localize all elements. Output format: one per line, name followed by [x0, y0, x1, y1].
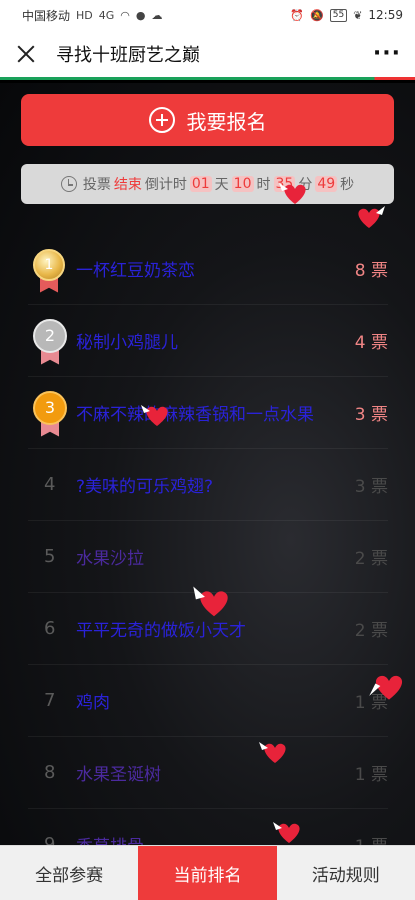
signup-button[interactable]: 我要报名	[21, 94, 394, 146]
leaf-icon: ❦	[353, 8, 363, 22]
winged-heart-icon	[358, 206, 385, 228]
gold-medal-icon: 1	[28, 245, 76, 293]
vote-count: 3 票	[354, 405, 388, 425]
entry-name[interactable]: ?美味的可乐鸡翅?	[76, 472, 355, 497]
bottom-tab-bar: 全部参赛 当前排名 活动规则	[0, 845, 415, 900]
countdown-days-unit: 天	[214, 177, 229, 193]
vote-count: 1 票	[354, 765, 388, 785]
ranking-row[interactable]: 6 平平无奇的做饭小天才 2 票	[28, 593, 388, 665]
vote-count: 1 票	[354, 693, 388, 713]
entry-name[interactable]: 一杯红豆奶茶恋	[76, 256, 355, 281]
title-bar: 寻找十班厨艺之巅 ···	[0, 30, 415, 80]
tab-all-entries[interactable]: 全部参赛	[0, 846, 138, 900]
countdown-minutes-unit: 分	[298, 177, 313, 193]
ranking-row[interactable]: 9 香草排骨 1 票	[28, 809, 388, 845]
rank-number: 7	[44, 690, 56, 711]
entry-name[interactable]: 平平无奇的做饭小天才	[76, 616, 355, 641]
vote-countdown: 投票 结束 倒计时 01 天 10 时 35 分 49 秒	[21, 164, 394, 204]
rank-number: 9	[44, 834, 56, 845]
vote-count: 2 票	[354, 549, 388, 569]
entry-name[interactable]: 不麻不辣的麻辣香锅和一点水果	[76, 400, 355, 425]
plus-circle-icon	[148, 107, 175, 133]
bronze-medal-icon: 3	[28, 389, 76, 437]
mute-icon: 🔕	[310, 8, 324, 22]
countdown-hours-unit: 时	[256, 177, 271, 193]
wifi-icon: ◠	[120, 8, 130, 22]
countdown-prefix: 投票	[82, 177, 111, 193]
countdown-status: 结束	[113, 177, 142, 193]
entry-name[interactable]: 水果圣诞树	[76, 760, 355, 785]
silver-medal-icon: 2	[28, 317, 76, 365]
entry-name[interactable]: 香草排骨	[76, 832, 355, 845]
content-area[interactable]: 我要报名 投票 结束 倒计时 01 天 10 时 35 分 49 秒 1 一杯红…	[0, 83, 415, 845]
rank-number: 8	[44, 762, 56, 783]
page-title: 寻找十班厨艺之巅	[56, 44, 200, 66]
battery-icon: 55	[329, 8, 348, 22]
countdown-minutes: 35	[273, 176, 296, 192]
ranking-row[interactable]: 2 秘制小鸡腿儿 4 票	[28, 305, 388, 377]
ranking-row[interactable]: 5 水果沙拉 2 票	[28, 521, 388, 593]
cloud-icon: ☁	[151, 8, 163, 22]
alarm-icon: ⏰	[290, 8, 305, 22]
countdown-hours: 10	[231, 176, 254, 192]
vote-count: 4 票	[354, 333, 388, 353]
vote-count: 3 票	[354, 477, 388, 497]
notification-icon: ●	[135, 8, 146, 22]
clock-time: 12:59	[368, 8, 403, 22]
ranking-list: 1 一杯红豆奶茶恋 8 票 2 秘制小鸡腿儿 4 票 3 不麻不辣的麻辣香锅和一…	[28, 233, 388, 845]
entry-name[interactable]: 水果沙拉	[76, 544, 355, 569]
signup-button-label: 我要报名	[186, 109, 267, 134]
vote-count: 2 票	[354, 621, 388, 641]
more-menu-button[interactable]: ···	[373, 41, 401, 66]
countdown-label: 倒计时	[144, 177, 187, 193]
entry-name[interactable]: 秘制小鸡腿儿	[76, 328, 355, 353]
vote-count: 8 票	[354, 261, 388, 281]
status-bar: 中国移动 HD 4G ◠ ● ☁ ⏰ 🔕 55 ❦ 12:59	[0, 0, 415, 30]
rank-number: 4	[44, 474, 56, 495]
close-icon[interactable]	[14, 42, 38, 66]
ranking-row[interactable]: 7 鸡肉 1 票	[28, 665, 388, 737]
hd-icon: HD	[76, 8, 93, 22]
ranking-row[interactable]: 3 不麻不辣的麻辣香锅和一点水果 3 票	[28, 377, 388, 449]
tab-current-ranking[interactable]: 当前排名	[138, 846, 277, 900]
ranking-row[interactable]: 8 水果圣诞树 1 票	[28, 737, 388, 809]
carrier-label: 中国移动	[22, 8, 71, 23]
tab-rules[interactable]: 活动规则	[277, 846, 415, 900]
rank-number: 5	[44, 546, 56, 567]
signal-icon: 4G	[98, 8, 115, 22]
rank-number: 6	[44, 618, 56, 639]
countdown-days: 01	[189, 176, 212, 192]
countdown-seconds-unit: 秒	[340, 177, 355, 193]
ranking-row[interactable]: 1 一杯红豆奶茶恋 8 票	[28, 233, 388, 305]
vote-count: 1 票	[355, 832, 388, 845]
ranking-row[interactable]: 4 ?美味的可乐鸡翅? 3 票	[28, 449, 388, 521]
countdown-seconds: 49	[315, 176, 338, 192]
entry-name[interactable]: 鸡肉	[76, 688, 355, 713]
clock-icon	[60, 176, 77, 192]
